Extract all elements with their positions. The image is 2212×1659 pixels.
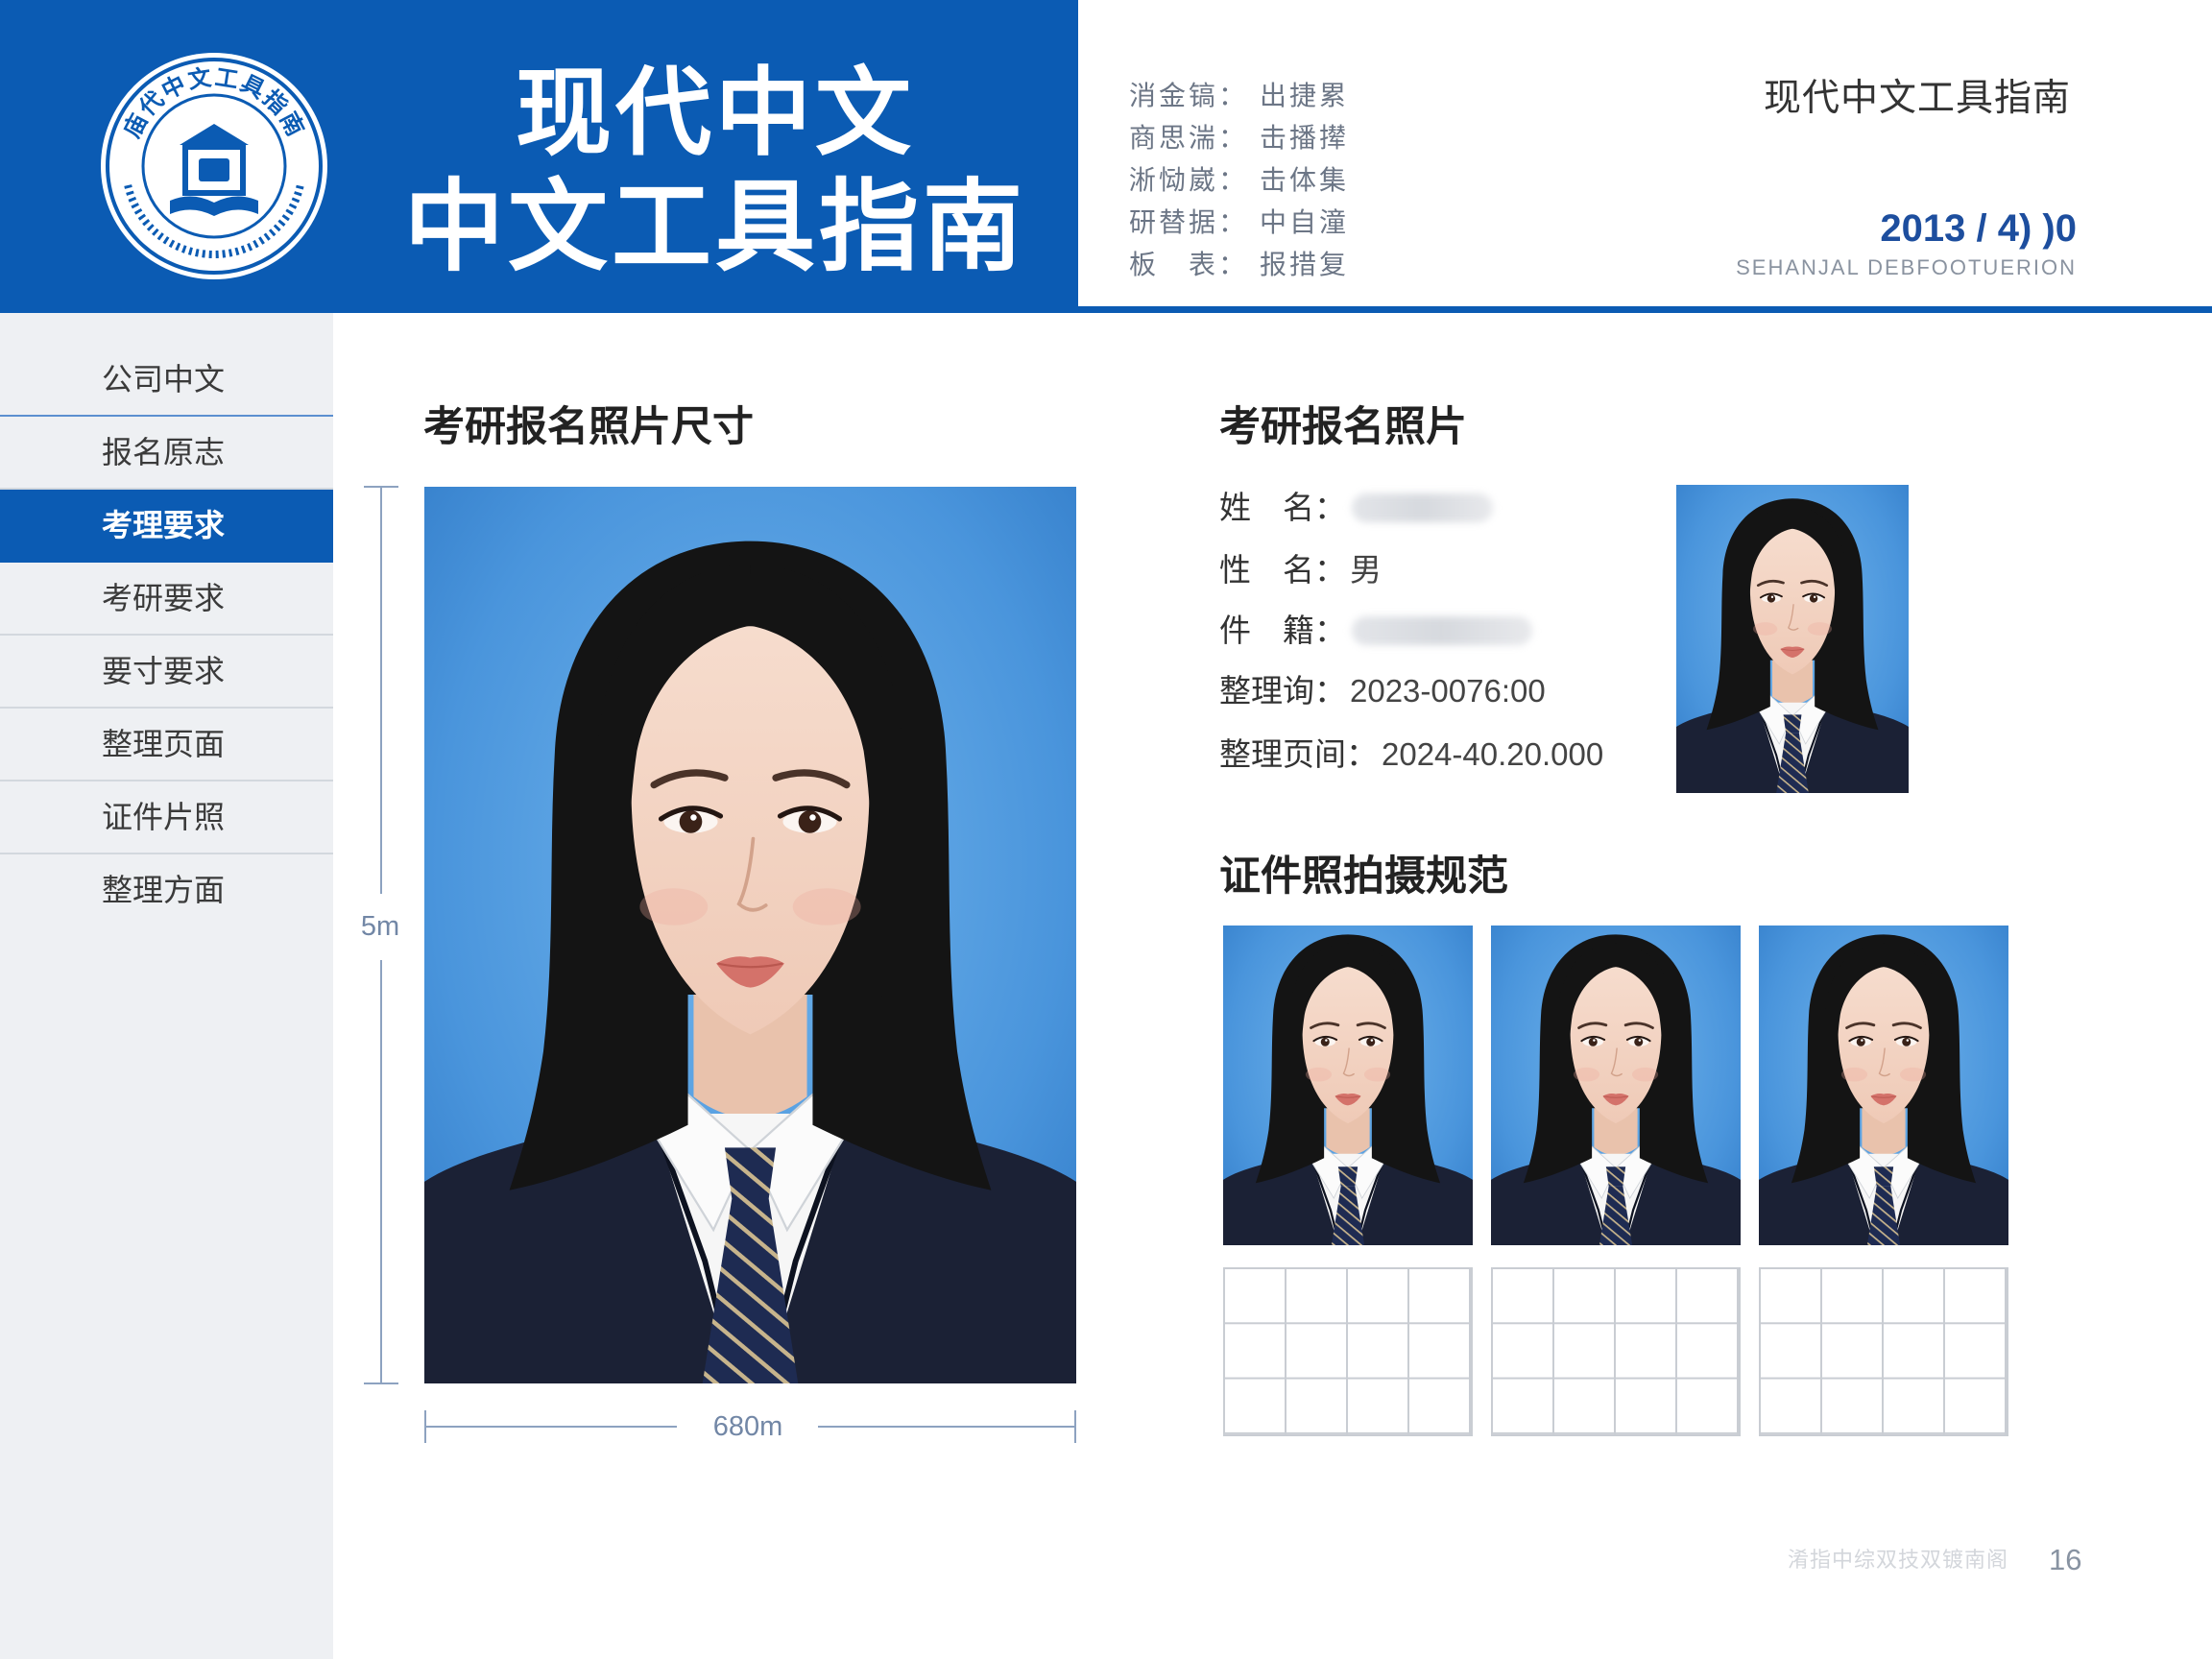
header-meta-list: 消金镐： 出捷累 商思湍： 击播撵 淅恸崴： 击体集 研替据： 中自潼 板 表：… xyxy=(1129,75,1590,286)
page-number: 16 xyxy=(2049,1543,2082,1576)
sidebar-item[interactable]: 整理页面 xyxy=(0,709,333,781)
sidebar-item[interactable]: 考研要求 xyxy=(0,563,333,636)
meta-label: 商思湍： xyxy=(1129,123,1249,153)
meta-value: 击体集 xyxy=(1260,165,1350,195)
info-label: 件 籍： xyxy=(1219,613,1346,648)
meta-row: 商思湍： 击播撵 xyxy=(1129,117,1590,159)
header-rule xyxy=(1078,306,2212,313)
width-dimension-label: 680m xyxy=(712,1411,783,1442)
header-subtitle: SEHANJAL DEBFOOTUERION xyxy=(1736,255,2077,279)
sample-photo xyxy=(1223,926,1473,1245)
meta-label: 淅恸崴： xyxy=(1129,165,1249,195)
info-label: 姓 名： xyxy=(1219,490,1346,525)
header-date: 2013 / 4) )0 xyxy=(1880,207,2077,250)
meta-value: 报措复 xyxy=(1260,250,1350,279)
sidebar-item[interactable]: 考理要求 xyxy=(0,490,333,563)
blank-grid xyxy=(1223,1267,1473,1436)
meta-value: 出捷累 xyxy=(1260,81,1350,110)
size-section-heading: 考研报名照片尺寸 xyxy=(423,404,754,450)
info-label: 性 名： xyxy=(1219,552,1346,588)
blank-grid xyxy=(1491,1267,1741,1436)
height-dimension-label: 5m xyxy=(360,911,400,942)
info-value: 2024-40.20.000 xyxy=(1382,736,1604,772)
info-value: 2023-0076:00 xyxy=(1350,673,1546,709)
sidebar-item[interactable]: 整理方面 xyxy=(0,854,333,927)
large-id-photo xyxy=(424,487,1076,1383)
logo-seal: 庙代中文工具指南 xyxy=(101,53,327,279)
footer-caption: 淆指中综双技双镀南阁 xyxy=(1787,1548,2008,1572)
info-label: 整理询： xyxy=(1219,673,1346,709)
meta-row: 研替据： 中自潼 xyxy=(1129,202,1590,244)
small-id-photo xyxy=(1676,485,1909,793)
meta-row: 淅恸崴： 击体集 xyxy=(1129,159,1590,202)
info-label: 整理页间： xyxy=(1219,736,1378,772)
sidebar-item[interactable]: 证件片照 xyxy=(0,781,333,854)
sidebar-item[interactable]: 报名原志 xyxy=(0,417,333,490)
info-value: 男 xyxy=(1350,552,1382,588)
meta-label: 研替据： xyxy=(1129,207,1249,237)
width-dimension-tick-right xyxy=(1074,1410,1076,1443)
width-dimension-line xyxy=(424,1426,677,1428)
blank-grid xyxy=(1759,1267,2008,1436)
spec-section-heading: 证件照拍摄规范 xyxy=(1219,854,1508,900)
sidebar-nav: 公司中文 报名原志 考理要求 考研要求 要寸要求 整理页面 证件片照 整理方面 xyxy=(0,344,333,927)
info-row-name: 姓 名： xyxy=(1219,487,1493,529)
meta-label: 板 表： xyxy=(1129,250,1249,279)
info-row-gender: 性 名： 男 xyxy=(1219,549,1382,591)
height-dimension-tick-bottom xyxy=(364,1382,398,1384)
header-right-title: 现代中文工具指南 xyxy=(1763,78,2071,119)
redacted-value xyxy=(1352,493,1493,522)
info-row-time: 整理询： 2023-0076:00 xyxy=(1219,670,1546,712)
info-row-page-time: 整理页间： 2024-40.20.000 xyxy=(1219,733,1603,776)
height-dimension-line xyxy=(380,487,382,894)
meta-label: 消金镐： xyxy=(1129,81,1249,110)
sample-photo xyxy=(1759,926,2008,1245)
redacted-value xyxy=(1352,616,1532,645)
header-title-line-2: 中文工具指南 xyxy=(403,168,1026,285)
height-dimension-line xyxy=(380,960,382,1383)
meta-value: 击播撵 xyxy=(1260,123,1350,153)
meta-row: 板 表： 报措复 xyxy=(1129,244,1590,286)
header-title-line-1: 现代中文 xyxy=(516,57,915,169)
meta-value: 中自潼 xyxy=(1260,207,1350,237)
sidebar-item[interactable]: 公司中文 xyxy=(0,344,333,417)
info-row-origin: 件 籍： xyxy=(1219,610,1532,652)
sample-photo xyxy=(1491,926,1741,1245)
info-section-heading: 考研报名照片 xyxy=(1219,404,1467,450)
sidebar-item[interactable]: 要寸要求 xyxy=(0,636,333,709)
meta-row: 消金镐： 出捷累 xyxy=(1129,75,1590,117)
width-dimension-line xyxy=(818,1426,1076,1428)
